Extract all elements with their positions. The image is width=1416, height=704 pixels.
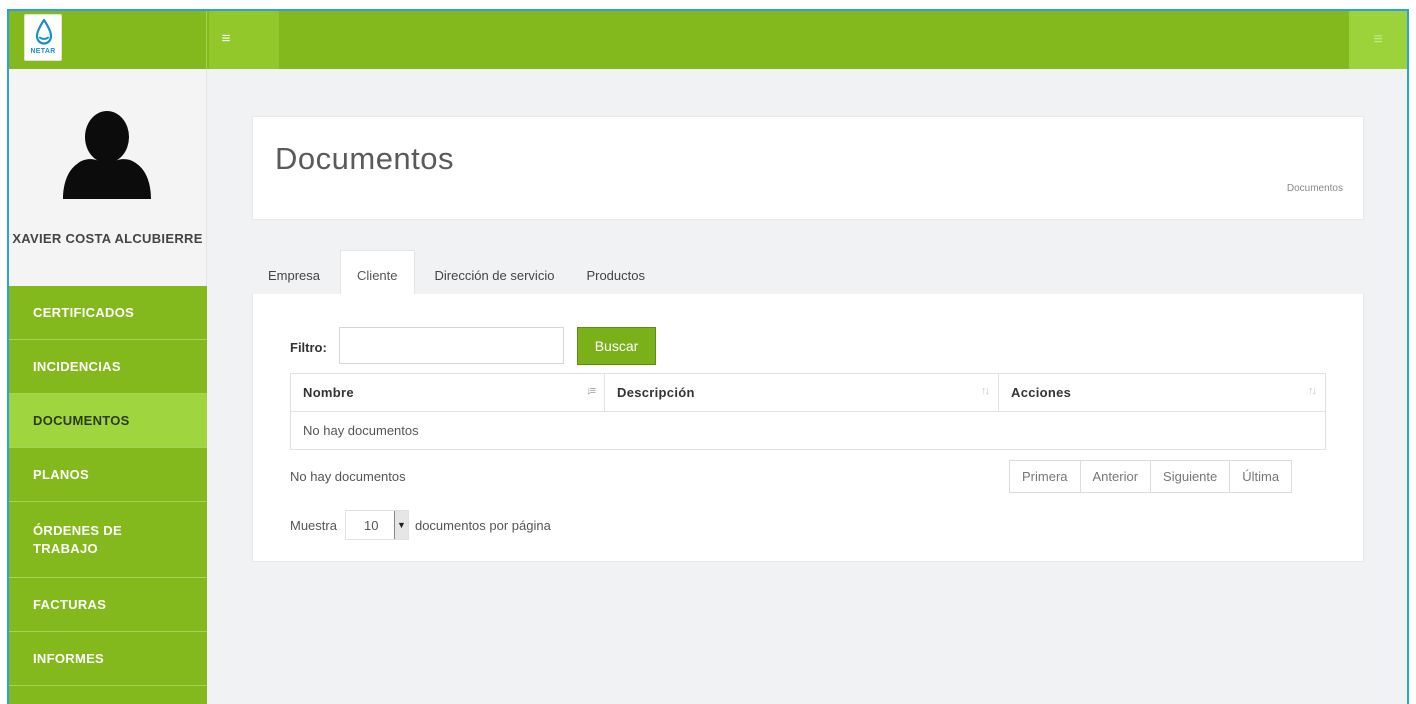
column-header-label: Acciones — [1011, 385, 1072, 400]
previous-page-button[interactable]: Anterior — [1081, 461, 1152, 492]
top-bar: NETAR ≡ ≡ — [9, 11, 1407, 69]
sidebar-item-certificados[interactable]: CERTIFICADOS — [9, 286, 207, 340]
page-length-suffix: documentos por página — [414, 517, 551, 533]
sort-icon: ↑↓ — [1308, 385, 1317, 397]
table-info: No hay documentos — [290, 469, 406, 484]
menu-toggle-button[interactable]: ≡ — [209, 11, 279, 69]
column-header-descripcion[interactable]: Descripción ↑↓ — [604, 373, 999, 412]
sidebar: XAVIER COSTA ALCUBIERRE CERTIFICADOS INC… — [9, 69, 207, 704]
page-length-prefix: Muestra — [290, 517, 337, 533]
first-page-button[interactable]: Primera — [1010, 461, 1081, 492]
empty-table-message: No hay documentos — [290, 411, 1326, 450]
page-title: Documentos — [275, 141, 455, 176]
sidebar-item-ordenes-de-trabajo[interactable]: ÓRDENES DE TRABAJO — [9, 502, 207, 578]
sidebar-nav: CERTIFICADOS INCIDENCIAS DOCUMENTOS PLAN… — [9, 286, 207, 686]
sidebar-item-planos[interactable]: PLANOS — [9, 448, 207, 502]
water-drop-icon — [35, 19, 53, 45]
search-button[interactable]: Buscar — [577, 327, 656, 365]
filter-label: Filtro: — [290, 340, 327, 355]
sort-icon: ↑↓ — [981, 385, 990, 397]
sidebar-item-documentos[interactable]: DOCUMENTOS — [9, 394, 207, 448]
table-row: No hay documentos — [290, 411, 1326, 450]
tab-cliente[interactable]: Cliente — [340, 250, 415, 294]
app-frame: NETAR ≡ ≡ XAVIER COSTA ALCUBIERRE CERTIF… — [7, 9, 1409, 704]
column-header-acciones[interactable]: Acciones ↑↓ — [998, 373, 1326, 412]
tab-bar: Empresa Cliente Dirección de servicio Pr… — [252, 250, 661, 294]
sidebar-item-informes[interactable]: INFORMES — [9, 632, 207, 686]
filter-input[interactable] — [339, 327, 564, 364]
documents-panel: Filtro: Buscar Nombre ↓≡ Descripción ↑↓ — [252, 294, 1364, 562]
hamburger-icon: ≡ — [221, 29, 231, 47]
page-length-value: 10 — [363, 517, 379, 533]
sidebar-item-incidencias[interactable]: INCIDENCIAS — [9, 340, 207, 394]
tab-direccion-de-servicio[interactable]: Dirección de servicio — [419, 250, 571, 294]
page-length-select[interactable]: 10 ▼ — [344, 510, 409, 540]
next-page-button[interactable]: Siguiente — [1151, 461, 1231, 492]
user-name: XAVIER COSTA ALCUBIERRE — [12, 231, 203, 246]
right-panel-toggle-button[interactable]: ≡ — [1349, 11, 1407, 69]
hamburger-icon: ≡ — [1373, 31, 1383, 48]
user-silhouette-icon — [63, 111, 151, 199]
main-content: Documentos Documentos Empresa Cliente Di… — [207, 69, 1407, 704]
documents-table: Nombre ↓≡ Descripción ↑↓ Acciones ↑↓ No … — [290, 373, 1326, 450]
netar-logo[interactable]: NETAR — [24, 14, 62, 61]
column-header-label: Nombre — [303, 385, 354, 400]
column-header-nombre[interactable]: Nombre ↓≡ — [290, 373, 605, 412]
chevron-down-icon: ▼ — [393, 511, 408, 539]
tab-empresa[interactable]: Empresa — [252, 250, 336, 294]
breadcrumb[interactable]: Documentos — [1287, 183, 1343, 194]
logo-area: NETAR — [9, 11, 207, 69]
column-header-label: Descripción — [617, 385, 695, 400]
tab-productos[interactable]: Productos — [570, 250, 661, 294]
sidebar-item-facturas[interactable]: FACTURAS — [9, 578, 207, 632]
page-length-control: Muestra 10 ▼ documentos por página — [290, 510, 551, 540]
sort-ascending-icon: ↓≡ — [586, 385, 596, 397]
pagination: Primera Anterior Siguiente Última — [1009, 460, 1293, 493]
last-page-button[interactable]: Última — [1230, 461, 1291, 492]
user-profile: XAVIER COSTA ALCUBIERRE — [9, 69, 207, 286]
logo-text: NETAR — [30, 48, 56, 55]
sidebar-item-label: ÓRDENES DE TRABAJO — [33, 522, 122, 556]
page-header: Documentos Documentos — [252, 116, 1364, 220]
